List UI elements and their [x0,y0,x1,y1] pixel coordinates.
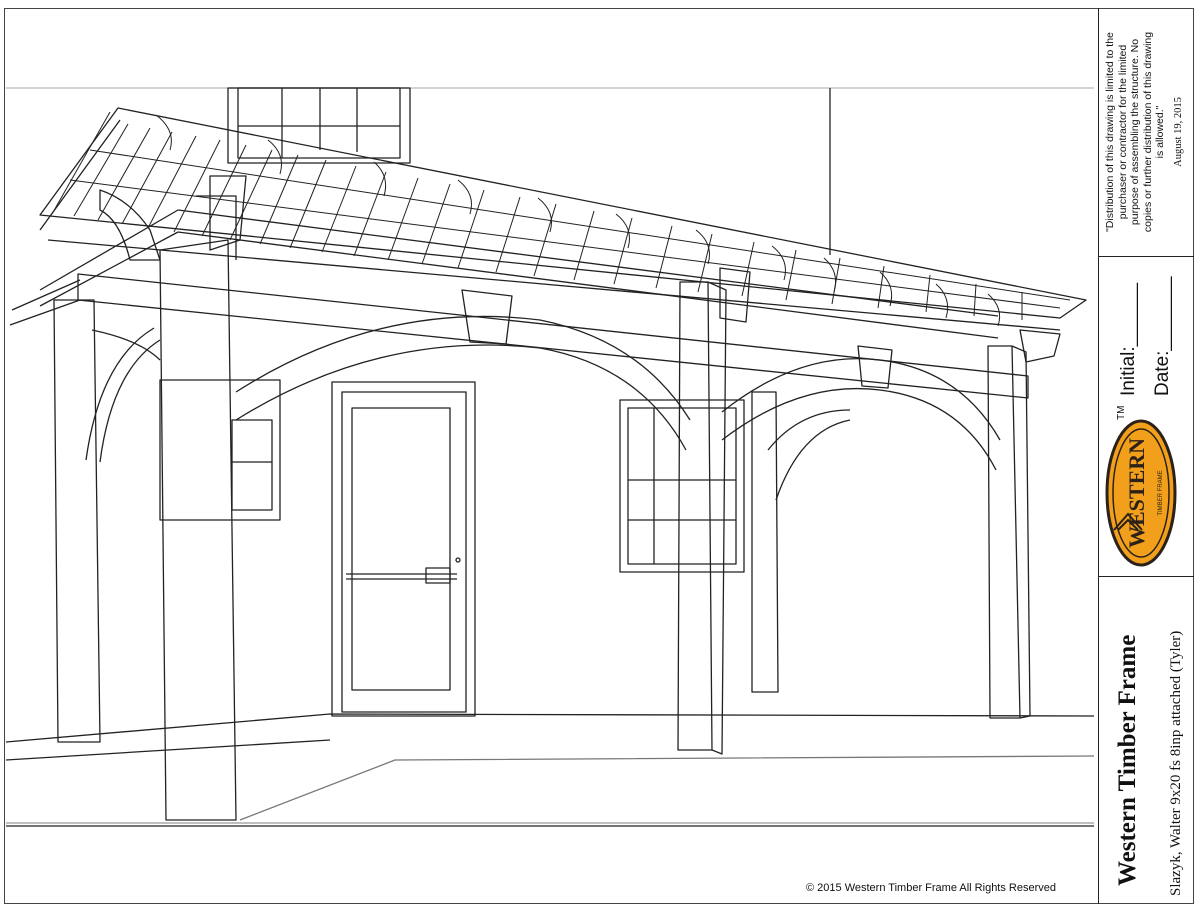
logo-emblem: WESTERN TIMBER FRAME [1105,419,1177,567]
logo-subtext: TIMBER FRAME [1158,470,1164,515]
logo-wordmark: WESTERN [1124,438,1149,548]
disclaimer-line: copies or further distribution of this d… [1141,31,1154,233]
initial-field: Initial:______ [1118,282,1139,396]
western-timber-frame-logo: WESTERN TIMBER FRAME [1104,418,1178,568]
disclaimer-line: purpose of assembling the structure. No [1129,38,1142,226]
company-name: Western Timber Frame [1114,634,1141,886]
project-name: Slazyk, Walter 9x20 fs 8inp attached (Ty… [1168,630,1184,896]
copyright-notice: © 2015 Western Timber Frame All Rights R… [806,882,1056,894]
pergola-line-art [5,87,1095,827]
pergola-drawing [0,0,1100,910]
disclaimer-line: is allowed." [1154,105,1167,159]
title-block-divider [1098,256,1194,257]
drawing-date: August 19, 2015 [1173,97,1184,167]
disclaimer-line: "Distribution of this drawing is limited… [1104,32,1116,232]
disclaimer-line: purchaser or contractor for the limited [1116,44,1129,220]
distribution-disclaimer: "Distribution of this drawing is limited… [1104,12,1167,252]
date-field: Date:_______ [1152,276,1173,396]
title-block-divider [1098,576,1194,577]
